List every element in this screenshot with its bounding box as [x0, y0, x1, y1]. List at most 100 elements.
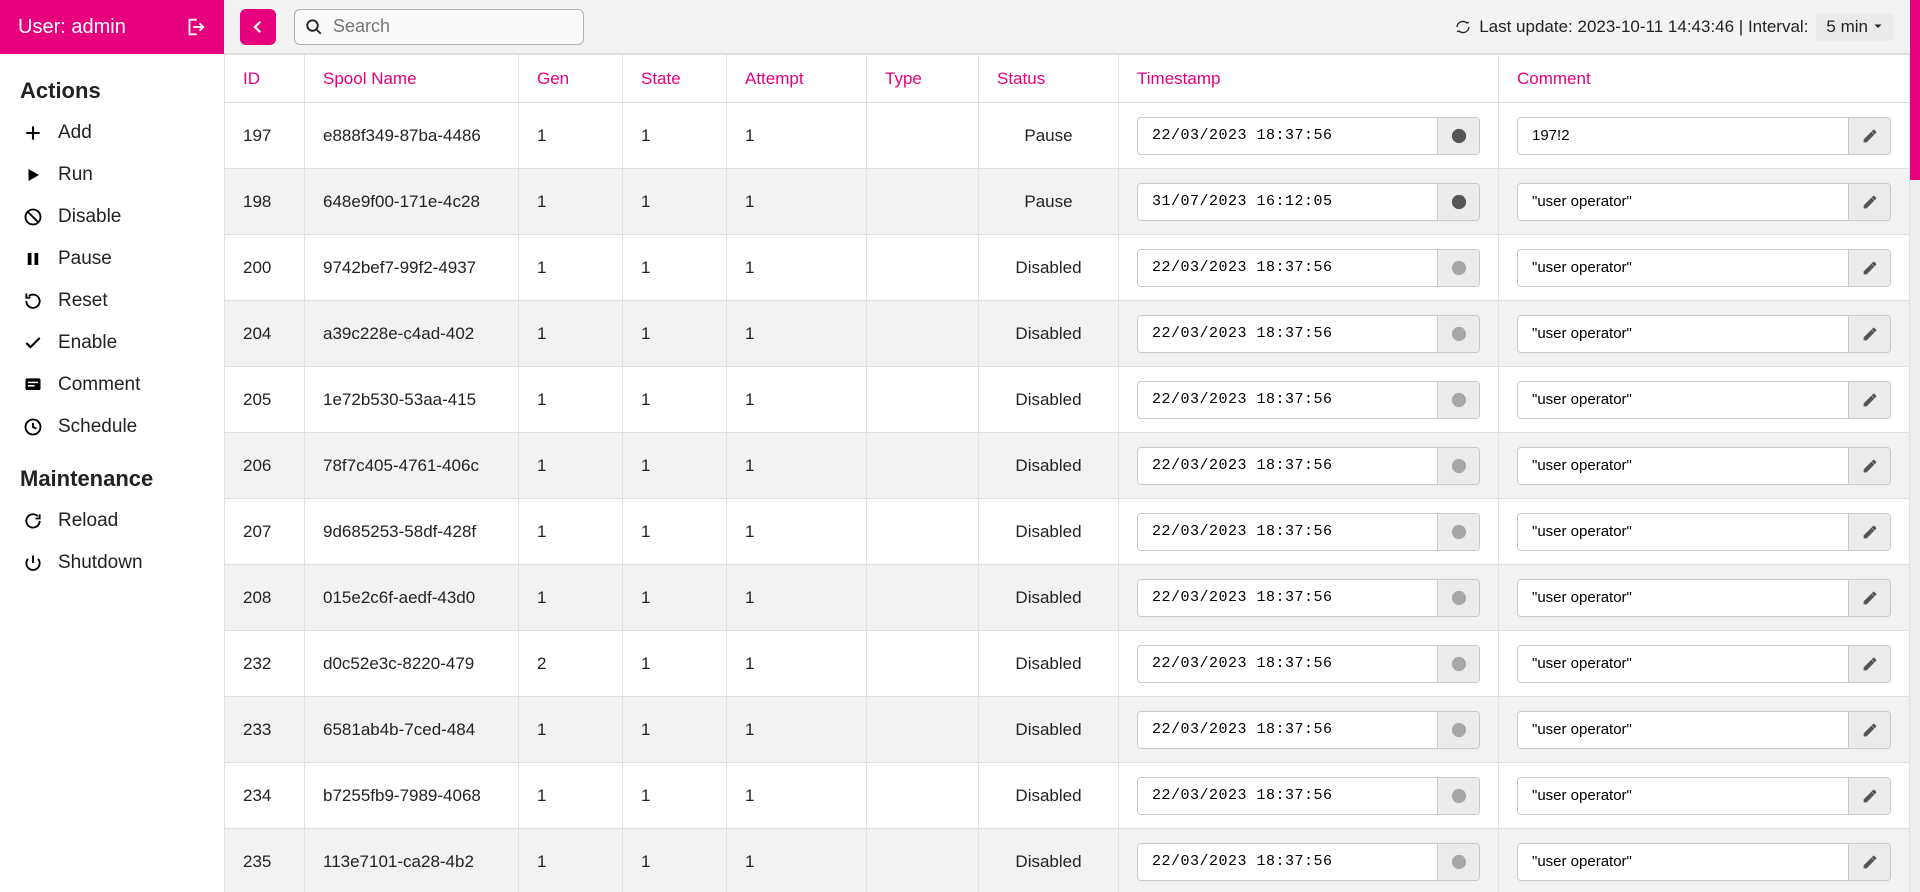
edit-icon[interactable]	[1848, 580, 1890, 616]
comment-field[interactable]	[1517, 183, 1891, 221]
comment-input[interactable]	[1518, 382, 1848, 418]
comment-input[interactable]	[1518, 184, 1848, 220]
table-row[interactable]: 232d0c52e3c-8220-479211Disabled	[225, 631, 1910, 697]
comment-field[interactable]	[1517, 579, 1891, 617]
timestamp-input[interactable]	[1138, 316, 1437, 352]
timestamp-input[interactable]	[1138, 778, 1437, 814]
timestamp-field[interactable]	[1137, 513, 1480, 551]
col-header-type[interactable]: Type	[867, 55, 979, 103]
table-row[interactable]: 197e888f349-87ba-4486111Pause	[225, 103, 1910, 169]
edit-icon[interactable]	[1848, 844, 1890, 880]
table-row[interactable]: 2336581ab4b-7ced-484111Disabled	[225, 697, 1910, 763]
col-header-comment[interactable]: Comment	[1499, 55, 1910, 103]
col-header-attempt[interactable]: Attempt	[727, 55, 867, 103]
edit-icon[interactable]	[1848, 646, 1890, 682]
edit-icon[interactable]	[1848, 712, 1890, 748]
table-row[interactable]: 2009742bef7-99f2-4937111Disabled	[225, 235, 1910, 301]
sidebar-item-enable[interactable]: Enable	[0, 322, 224, 364]
comment-input[interactable]	[1518, 250, 1848, 286]
scrollbar-track[interactable]	[1910, 0, 1920, 892]
sidebar-collapse-button[interactable]	[240, 9, 276, 45]
comment-input[interactable]	[1518, 514, 1848, 550]
col-header-state[interactable]: State	[623, 55, 727, 103]
sidebar-item-pause[interactable]: Pause	[0, 238, 224, 280]
col-header-status[interactable]: Status	[979, 55, 1119, 103]
timestamp-field[interactable]	[1137, 249, 1480, 287]
timestamp-field[interactable]	[1137, 777, 1480, 815]
comment-field[interactable]	[1517, 381, 1891, 419]
sidebar-item-add[interactable]: Add	[0, 112, 224, 154]
refresh-icon[interactable]	[1455, 19, 1471, 35]
table-row[interactable]: 2051e72b530-53aa-415111Disabled	[225, 367, 1910, 433]
sidebar-item-comment[interactable]: Comment	[0, 364, 224, 406]
comment-field[interactable]	[1517, 645, 1891, 683]
timestamp-input[interactable]	[1138, 448, 1437, 484]
sidebar-item-reload[interactable]: Reload	[0, 500, 224, 542]
comment-field[interactable]	[1517, 249, 1891, 287]
comment-input[interactable]	[1518, 580, 1848, 616]
comment-input[interactable]	[1518, 118, 1848, 154]
timestamp-input[interactable]	[1138, 844, 1437, 880]
table-row[interactable]: 208015e2c6f-aedf-43d0111Disabled	[225, 565, 1910, 631]
timestamp-field[interactable]	[1137, 447, 1480, 485]
timestamp-field[interactable]	[1137, 579, 1480, 617]
logout-icon[interactable]	[184, 16, 206, 38]
comment-field[interactable]	[1517, 315, 1891, 353]
sidebar-item-schedule[interactable]: Schedule	[0, 406, 224, 448]
edit-icon[interactable]	[1848, 778, 1890, 814]
timestamp-input[interactable]	[1138, 712, 1437, 748]
col-header-gen[interactable]: Gen	[519, 55, 623, 103]
col-header-name[interactable]: Spool Name	[305, 55, 519, 103]
timestamp-input[interactable]	[1138, 580, 1437, 616]
timestamp-input[interactable]	[1138, 382, 1437, 418]
table-row[interactable]: 20678f7c405-4761-406c111Disabled	[225, 433, 1910, 499]
comment-input[interactable]	[1518, 712, 1848, 748]
table-row[interactable]: 198648e9f00-171e-4c28111Pause	[225, 169, 1910, 235]
edit-icon[interactable]	[1848, 184, 1890, 220]
timestamp-field[interactable]	[1137, 843, 1480, 881]
comment-field[interactable]	[1517, 843, 1891, 881]
interval-select[interactable]: 5 min	[1816, 13, 1894, 41]
timestamp-input[interactable]	[1138, 184, 1437, 220]
comment-input[interactable]	[1518, 844, 1848, 880]
edit-icon[interactable]	[1848, 448, 1890, 484]
timestamp-field[interactable]	[1137, 183, 1480, 221]
sidebar-item-shutdown[interactable]: Shutdown	[0, 542, 224, 584]
timestamp-field[interactable]	[1137, 381, 1480, 419]
col-header-id[interactable]: ID	[225, 55, 305, 103]
comment-field[interactable]	[1517, 117, 1891, 155]
timestamp-input[interactable]	[1138, 646, 1437, 682]
edit-icon[interactable]	[1848, 118, 1890, 154]
timestamp-field[interactable]	[1137, 117, 1480, 155]
timestamp-input[interactable]	[1138, 250, 1437, 286]
comment-field[interactable]	[1517, 447, 1891, 485]
table-row[interactable]: 204a39c228e-c4ad-402111Disabled	[225, 301, 1910, 367]
timestamp-field[interactable]	[1137, 711, 1480, 749]
table-row[interactable]: 235113e7101-ca28-4b2111Disabled	[225, 829, 1910, 892]
search-input[interactable]	[331, 15, 573, 38]
edit-icon[interactable]	[1848, 316, 1890, 352]
comment-field[interactable]	[1517, 777, 1891, 815]
table-row[interactable]: 2079d685253-58df-428f111Disabled	[225, 499, 1910, 565]
sidebar-item-disable[interactable]: Disable	[0, 196, 224, 238]
col-header-timestamp[interactable]: Timestamp	[1119, 55, 1499, 103]
comment-field[interactable]	[1517, 513, 1891, 551]
table-row[interactable]: 234b7255fb9-7989-4068111Disabled	[225, 763, 1910, 829]
comment-input[interactable]	[1518, 448, 1848, 484]
edit-icon[interactable]	[1848, 250, 1890, 286]
comment-input[interactable]	[1518, 646, 1848, 682]
sidebar-item-reset[interactable]: Reset	[0, 280, 224, 322]
scrollbar-thumb[interactable]	[1910, 0, 1920, 180]
comment-input[interactable]	[1518, 778, 1848, 814]
comment-field[interactable]	[1517, 711, 1891, 749]
timestamp-input[interactable]	[1138, 514, 1437, 550]
edit-icon[interactable]	[1848, 514, 1890, 550]
comment-input[interactable]	[1518, 316, 1848, 352]
clock-icon[interactable]	[1437, 184, 1479, 220]
edit-icon[interactable]	[1848, 382, 1890, 418]
sidebar-item-run[interactable]: Run	[0, 154, 224, 196]
search-field[interactable]	[294, 9, 584, 45]
timestamp-input[interactable]	[1138, 118, 1437, 154]
timestamp-field[interactable]	[1137, 645, 1480, 683]
timestamp-field[interactable]	[1137, 315, 1480, 353]
